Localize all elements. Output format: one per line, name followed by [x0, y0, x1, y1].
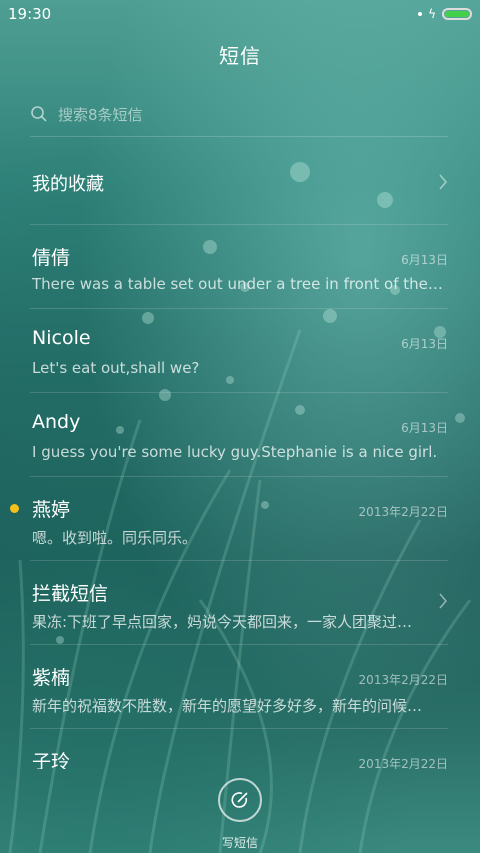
compose-label: 写短信: [221, 836, 258, 850]
message-snippet: 嗯。收到啦。同乐同乐。: [32, 529, 198, 547]
message-snippet: There was a table set out under a tree i…: [32, 275, 444, 293]
contact-name: 燕婷: [32, 499, 71, 521]
conversation-item[interactable]: Andy 6月13日 I guess you're some lucky guy…: [30, 393, 448, 477]
contact-name: Nicole: [32, 327, 91, 349]
search-bar[interactable]: 搜索8条短信: [30, 92, 448, 137]
search-placeholder: 搜索8条短信: [58, 105, 143, 124]
contact-name: 拦截短信: [32, 583, 109, 605]
message-snippet: Let's eat out,shall we?: [32, 359, 200, 377]
charging-icon: ϟ: [428, 7, 436, 21]
conversation-list: 我的收藏 倩倩 6月13日 There was a table set out …: [10, 140, 448, 769]
blocked-messages-item[interactable]: 拦截短信 果冻:下班了早点回家，妈说今天都回来，一家人团聚过…: [30, 561, 448, 645]
message-date: 2013年2月22日: [358, 673, 448, 687]
message-snippet: 果冻:下班了早点回家，妈说今天都回来，一家人团聚过…: [32, 613, 413, 631]
signal-dot-icon: [418, 12, 423, 16]
status-time: 19:30: [8, 5, 52, 23]
conversation-item[interactable]: Nicole 6月13日 Let's eat out,shall we?: [30, 309, 448, 393]
message-date: 2013年2月22日: [358, 505, 448, 519]
message-date: 6月13日: [401, 253, 448, 267]
favorites-label: 我的收藏: [32, 174, 104, 195]
header: 短信: [0, 40, 480, 69]
message-snippet: I guess you're some lucky guy.Stephanie …: [32, 443, 438, 461]
compose-icon: [231, 792, 248, 808]
status-icons: ϟ: [418, 7, 472, 21]
conversation-item[interactable]: 燕婷 2013年2月22日 嗯。收到啦。同乐同乐。: [10, 477, 448, 561]
contact-name: 紫楠: [32, 667, 71, 689]
unread-dot-icon: [10, 504, 19, 513]
favorites-row[interactable]: 我的收藏: [30, 140, 448, 225]
contact-name: 倩倩: [32, 247, 71, 269]
contact-name: Andy: [32, 411, 81, 433]
contact-name: 子玲: [32, 751, 71, 769]
compose-button[interactable]: [218, 778, 262, 822]
search-icon: [31, 106, 47, 122]
chevron-right-icon: [439, 593, 447, 609]
chevron-right-icon: [439, 174, 447, 190]
message-date: 2013年2月22日: [358, 757, 448, 769]
conversation-item[interactable]: 紫楠 2013年2月22日 新年的祝福数不胜数，新年的愿望好多好多，新年的问候…: [30, 645, 448, 729]
battery-icon: [442, 8, 472, 20]
message-snippet: 新年的祝福数不胜数，新年的愿望好多好多，新年的问候…: [32, 697, 423, 715]
page-title: 短信: [219, 44, 261, 68]
conversation-item[interactable]: 子玲 2013年2月22日: [30, 729, 448, 769]
conversation-item[interactable]: 倩倩 6月13日 There was a table set out under…: [30, 225, 448, 309]
status-bar: 19:30 ϟ: [0, 0, 480, 28]
message-date: 6月13日: [401, 337, 448, 351]
message-date: 6月13日: [401, 421, 448, 435]
